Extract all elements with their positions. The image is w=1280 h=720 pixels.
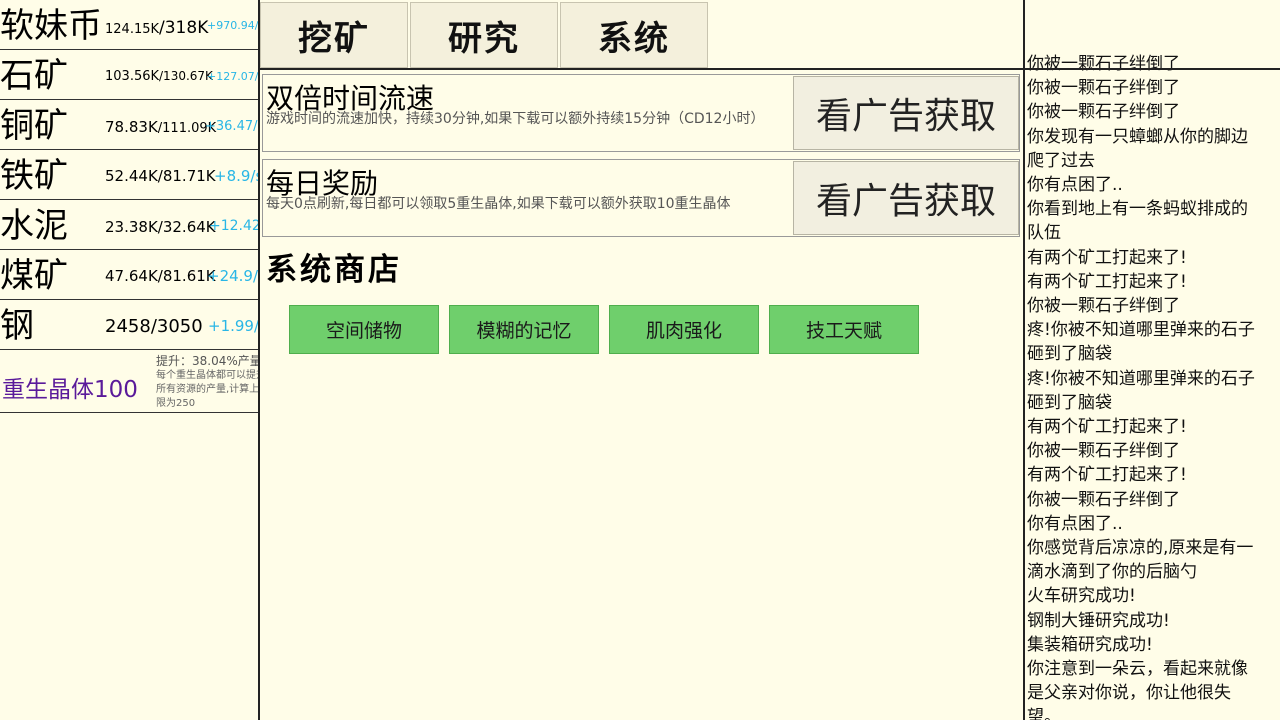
resource-name: 煤矿 <box>0 256 68 296</box>
resource-amount: 52.44K/81.71K <box>105 167 216 185</box>
rebirth-description: 每个重生晶体都可以提升所有资源的产量,计算上限为250 <box>156 370 258 409</box>
log-line: 你注意到一朵云，看起来就像 <box>1027 659 1248 680</box>
rebirth-crystal-panel: 重生晶体100 提升：38.04%产量 每个重生晶体都可以提升所有资源的产量,计… <box>0 350 258 413</box>
event-log-panel[interactable]: 你被一颗石子绊倒了 你被一颗石子绊倒了 你被一颗石子绊倒了 你发现有一只蟑螂从你… <box>1023 0 1280 720</box>
log-line: 疼!你被不知道哪里弹来的石子 <box>1027 368 1255 389</box>
tab-research[interactable]: 研究 <box>410 2 558 68</box>
log-line: 有两个矿工打起来了! <box>1027 271 1187 292</box>
rebirth-crystal-count: 重生晶体100 <box>2 377 138 403</box>
resource-rate: +970.94/s <box>207 19 258 32</box>
resource-amount: 47.64K/81.61K <box>105 267 216 285</box>
event-log-list: 你被一颗石子绊倒了 你被一颗石子绊倒了 你被一颗石子绊倒了 你发现有一只蟑螂从你… <box>1027 52 1277 720</box>
tab-system[interactable]: 系统 <box>560 2 708 68</box>
shop-item-vague-memory[interactable]: 模糊的记忆 <box>449 305 599 354</box>
double-speed-card: 双倍时间流速 游戏时间的流速加快，持续30分钟,如果下载可以额外持续15分钟（C… <box>262 74 1020 152</box>
resource-row-coal: 煤矿 47.64K/81.61K +24.9/s <box>0 250 258 300</box>
resource-panel: 软妹币 124.15K/318K +970.94/s 石矿 103.56K/13… <box>0 0 260 720</box>
daily-reward-card: 每日奖励 每天0点刷新,每日都可以领取5重生晶体,如果下载可以额外获取10重生晶… <box>262 159 1020 237</box>
log-line: 你看到地上有一条蚂蚁排成的 <box>1027 199 1248 220</box>
watch-ad-button[interactable]: 看广告获取 <box>793 161 1019 235</box>
log-line: 砸到了脑袋 <box>1027 392 1112 413</box>
log-line: 你有点困了.. <box>1027 513 1123 534</box>
log-line: 你被一颗石子绊倒了 <box>1027 78 1180 99</box>
log-line: 你被一颗石子绊倒了 <box>1027 102 1180 123</box>
log-line: 砸到了脑袋 <box>1027 344 1112 365</box>
log-line: 有两个矿工打起来了! <box>1027 417 1187 438</box>
resource-amount: 103.56K/130.67K <box>105 69 213 84</box>
resource-amount: 78.83K/111.09K <box>105 118 217 136</box>
resource-name: 钢 <box>0 306 34 346</box>
rebirth-bonus: 提升：38.04%产量 <box>156 354 258 368</box>
resource-row-stone: 石矿 103.56K/130.67K +127.07/s <box>0 50 258 100</box>
resource-rate: +1.99/s <box>208 317 258 335</box>
log-line: 你被一颗石子绊倒了 <box>1027 441 1180 462</box>
tab-divider <box>260 68 1024 70</box>
resource-amount: 23.38K/32.64K <box>105 218 216 236</box>
resource-amount: 124.15K/318K <box>105 18 209 38</box>
resource-name: 铁矿 <box>0 156 68 196</box>
resource-rate: +8.9/s <box>214 167 258 185</box>
log-line: 疼!你被不知道哪里弹来的石子 <box>1027 320 1255 341</box>
log-line: 望。 <box>1027 707 1061 720</box>
log-line: 你被一颗石子绊倒了 <box>1027 296 1180 317</box>
resource-row-money: 软妹币 124.15K/318K +970.94/s <box>0 0 258 50</box>
log-divider <box>1025 68 1280 70</box>
tab-mining[interactable]: 挖矿 <box>260 2 408 68</box>
resource-row-iron: 铁矿 52.44K/81.71K +8.9/s <box>0 150 258 200</box>
log-line: 是父亲对你说，你让他很失 <box>1027 683 1231 704</box>
log-line: 队伍 <box>1027 223 1061 244</box>
log-line: 集装箱研究成功! <box>1027 634 1153 655</box>
resource-rate: +24.9/s <box>207 267 258 285</box>
resource-name: 软妹币 <box>0 6 102 46</box>
shop-item-muscle-boost[interactable]: 肌肉强化 <box>609 305 759 354</box>
resource-rate: +12.42/s <box>209 218 258 234</box>
log-line: 钢制大锤研究成功! <box>1027 610 1170 631</box>
resource-amount: 2458/3050 <box>105 316 203 337</box>
log-line: 你被一颗石子绊倒了 <box>1027 489 1180 510</box>
log-line: 有两个矿工打起来了! <box>1027 247 1187 268</box>
shop-item-space-storage[interactable]: 空间储物 <box>289 305 439 354</box>
log-line: 你有点困了.. <box>1027 175 1123 196</box>
log-line: 你发现有一只蟑螂从你的脚边 <box>1027 126 1248 147</box>
resource-row-steel: 钢 2458/3050 +1.99/s <box>0 300 258 350</box>
card-description: 游戏时间的流速加快，持续30分钟,如果下载可以额外持续15分钟（CD12小时） <box>266 111 765 127</box>
resource-row-cement: 水泥 23.38K/32.64K +12.42/s <box>0 200 258 250</box>
resource-rate: +36.47/s <box>205 119 258 134</box>
log-line: 你感觉背后凉凉的,原来是有一 <box>1027 538 1254 559</box>
shop-item-mechanic-talent[interactable]: 技工天赋 <box>769 305 919 354</box>
resource-name: 石矿 <box>0 56 68 96</box>
log-line: 火车研究成功! <box>1027 586 1136 607</box>
log-line: 滴水滴到了你的后脑勺 <box>1027 562 1197 583</box>
resource-name: 水泥 <box>0 206 68 246</box>
watch-ad-button[interactable]: 看广告获取 <box>793 76 1019 150</box>
resource-row-copper: 铜矿 78.83K/111.09K +36.47/s <box>0 100 258 150</box>
log-line: 有两个矿工打起来了! <box>1027 465 1187 486</box>
resource-rate: +127.07/s <box>207 70 258 83</box>
resource-name: 铜矿 <box>0 106 68 146</box>
shop-title: 系统商店 <box>266 252 402 288</box>
card-description: 每天0点刷新,每日都可以领取5重生晶体,如果下载可以额外获取10重生晶体 <box>266 196 731 212</box>
log-line: 你被一颗石子绊倒了 <box>1027 54 1180 74</box>
log-line: 爬了过去 <box>1027 150 1095 171</box>
